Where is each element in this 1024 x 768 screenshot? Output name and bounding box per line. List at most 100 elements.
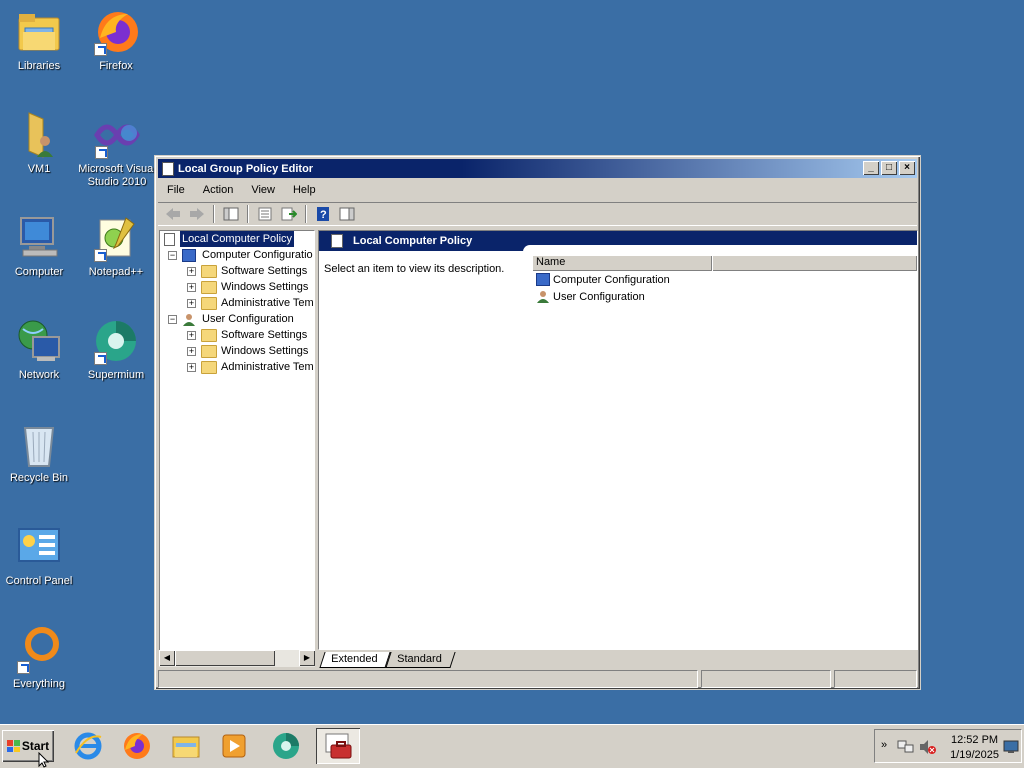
- properties-button[interactable]: [254, 204, 276, 224]
- desktop-icon-computer[interactable]: Computer: [0, 214, 78, 279]
- expand-toggle[interactable]: +: [187, 347, 196, 356]
- forward-button[interactable]: [186, 204, 208, 224]
- expand-toggle[interactable]: +: [187, 363, 196, 372]
- desktop-icon-label: Microsoft Visual Studio 2010: [78, 163, 156, 188]
- system-tray: » 12:52 PM 1/19/2025: [874, 729, 1022, 763]
- menu-help[interactable]: Help: [284, 184, 325, 196]
- scroll-left-button[interactable]: ◀: [159, 650, 175, 666]
- supermium-icon: [273, 733, 299, 759]
- tree-item-computer-configuration[interactable]: − Computer Configuratio: [160, 247, 314, 263]
- desktop-icon-everything[interactable]: Everything: [0, 626, 78, 691]
- desktop-icon-label: Supermium: [87, 369, 145, 381]
- desktop-icon-label: Notepad++: [88, 266, 144, 278]
- desktop-icon-label: VM1: [27, 163, 51, 175]
- list-item-computer-configuration[interactable]: Computer Configuration: [532, 271, 917, 288]
- clock-date: 1/19/2025: [950, 749, 999, 761]
- show-hide-console-tree-button[interactable]: [220, 204, 242, 224]
- taskbar-file-explorer[interactable]: [169, 729, 203, 763]
- properties-list-icon: [258, 207, 272, 221]
- maximize-button[interactable]: □: [881, 161, 897, 175]
- libraries-icon: [15, 8, 63, 56]
- desktop-icon-network[interactable]: Network: [0, 317, 78, 382]
- desktop-icon-recycle-bin[interactable]: Recycle Bin: [0, 420, 78, 485]
- taskbar-internet-explorer[interactable]: [71, 729, 105, 763]
- expand-toggle[interactable]: +: [187, 331, 196, 340]
- desktop-icon-firefox[interactable]: Firefox: [77, 8, 155, 73]
- scroll-thumb[interactable]: [175, 650, 275, 666]
- column-header-name[interactable]: Name: [532, 255, 712, 271]
- minimize-button[interactable]: _: [863, 161, 879, 175]
- policy-document-icon: [164, 233, 175, 246]
- tree-item-administrative-templates[interactable]: + Administrative Tem: [160, 359, 314, 375]
- desktop-icon-visual-studio[interactable]: Microsoft Visual Studio 2010: [77, 111, 157, 189]
- status-bar: [158, 670, 917, 688]
- show-hidden-icons-button[interactable]: »: [881, 739, 887, 751]
- tree-item-local-computer-policy[interactable]: Local Computer Policy: [160, 231, 314, 247]
- tree-item-administrative-templates[interactable]: + Administrative Tem: [160, 295, 314, 311]
- group-policy-editor-icon: [325, 733, 352, 759]
- show-hide-action-pane-button[interactable]: [336, 204, 358, 224]
- collapse-toggle[interactable]: −: [168, 251, 177, 260]
- help-button[interactable]: ?: [312, 204, 334, 224]
- tree-item-software-settings[interactable]: + Software Settings: [160, 263, 314, 279]
- menu-view[interactable]: View: [242, 184, 284, 196]
- everything-search-icon: [15, 626, 63, 674]
- desktop-icon-supermium[interactable]: Supermium: [77, 317, 155, 382]
- show-desktop-icon[interactable]: [1003, 740, 1019, 754]
- close-button[interactable]: ×: [899, 161, 915, 175]
- desktop-icon-notepad-plus-plus[interactable]: Notepad++: [77, 214, 155, 279]
- tab-standard[interactable]: Standard: [385, 652, 456, 668]
- taskbar-group-policy-editor[interactable]: [316, 728, 360, 764]
- tree-item-label: Software Settings: [221, 265, 308, 277]
- desktop-icon-control-panel[interactable]: Control Panel: [0, 523, 78, 588]
- tree-item-windows-settings[interactable]: + Windows Settings: [160, 343, 314, 359]
- taskbar-supermium[interactable]: [269, 729, 303, 763]
- desktop-icon-libraries[interactable]: Libraries: [0, 8, 78, 73]
- list-item-label: Computer Configuration: [553, 273, 670, 286]
- folder-icon: [201, 361, 217, 374]
- description-text: Select an item to view its description.: [324, 263, 505, 275]
- desktop-icon-vm1[interactable]: VM1: [0, 111, 78, 176]
- view-tabs: Extended Standard: [318, 650, 918, 668]
- clock[interactable]: 12:52 PM 1/19/2025: [950, 733, 999, 763]
- menu-file[interactable]: File: [158, 184, 194, 196]
- mouse-pointer-icon: [38, 752, 50, 768]
- folder-icon: [201, 265, 217, 278]
- taskbar-firefox[interactable]: [119, 729, 153, 763]
- internet-explorer-icon: [74, 732, 102, 760]
- tree-item-user-configuration[interactable]: − User Configuration: [160, 311, 314, 327]
- policy-document-icon: [331, 234, 343, 248]
- toolbar-separator: [247, 205, 249, 223]
- back-button[interactable]: [162, 204, 184, 224]
- expand-toggle[interactable]: +: [187, 283, 196, 292]
- shortcut-arrow-icon: [94, 43, 107, 56]
- visual-studio-icon: [93, 111, 141, 159]
- menu-action[interactable]: Action: [194, 184, 243, 196]
- tree-horizontal-scrollbar[interactable]: ◀ ▶: [159, 650, 315, 667]
- network-status-icon[interactable]: [897, 739, 915, 755]
- shortcut-arrow-icon: [17, 661, 30, 674]
- tree-item-windows-settings[interactable]: + Windows Settings: [160, 279, 314, 295]
- tree-item-label: Local Computer Policy: [180, 231, 295, 247]
- scroll-track[interactable]: [275, 650, 299, 667]
- list-item-user-configuration[interactable]: User Configuration: [532, 288, 917, 305]
- expand-toggle[interactable]: +: [187, 299, 196, 308]
- volume-muted-icon[interactable]: [919, 739, 937, 755]
- collapse-toggle[interactable]: −: [168, 315, 177, 324]
- desktop-icon-label: Libraries: [17, 60, 61, 72]
- computer-config-icon: [536, 273, 550, 286]
- shortcut-arrow-icon: [95, 146, 108, 159]
- title-bar[interactable]: Local Group Policy Editor _ □ ×: [158, 159, 917, 178]
- expand-toggle[interactable]: +: [187, 267, 196, 276]
- tab-label: Extended: [331, 653, 378, 665]
- tab-extended[interactable]: Extended: [319, 652, 392, 668]
- tree-item-software-settings[interactable]: + Software Settings: [160, 327, 314, 343]
- folder-icon: [201, 297, 217, 310]
- desktop-icon-label: Firefox: [99, 60, 133, 72]
- export-list-icon: [281, 207, 297, 221]
- export-list-button[interactable]: [278, 204, 300, 224]
- taskbar-media-player[interactable]: [217, 729, 251, 763]
- tree-item-label: Administrative Tem: [221, 297, 314, 309]
- desktop-icon-label: Control Panel: [5, 575, 73, 587]
- scroll-right-button[interactable]: ▶: [299, 650, 315, 666]
